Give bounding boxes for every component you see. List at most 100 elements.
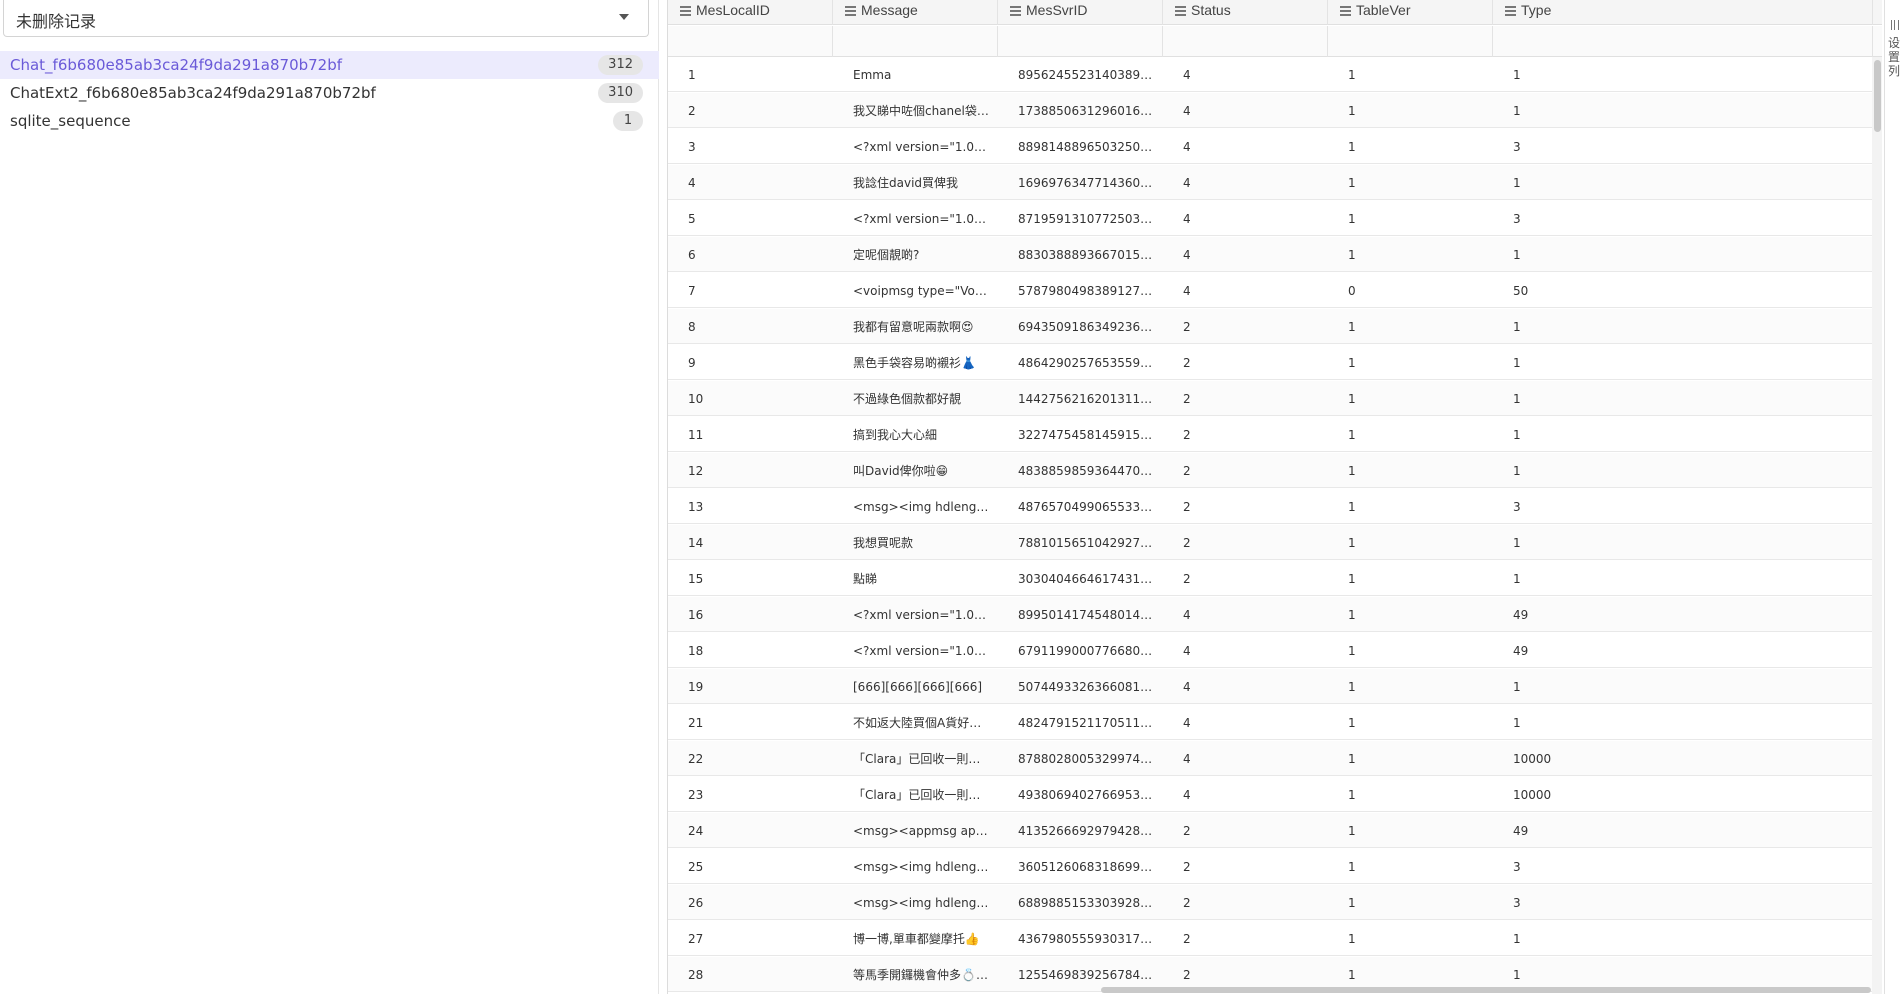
table-row[interactable]: 22 「Clara」已回收一則訊息 8788028005329974721 4 1 100… — [668, 741, 1873, 776]
vertical-scrollbar[interactable] — [1872, 57, 1882, 994]
cell-meslocalid: 3 — [688, 140, 696, 154]
cell-message: 我諗住david買俾我 — [853, 176, 959, 190]
vertical-scrollbar-thumb[interactable] — [1874, 60, 1881, 132]
cell-messvrid: 8788028005329974721 — [1018, 752, 1155, 766]
cell-meslocalid: 28 — [688, 968, 704, 982]
table-row[interactable]: 7 <voipmsg type="VoIPBubbleMsg">... 578798… — [668, 273, 1873, 308]
table-row[interactable]: 18 <?xml version="1.0"?> <msg> <app... 679… — [668, 633, 1873, 668]
cell-messvrid: 8995014174548014919 — [1018, 608, 1155, 622]
cell-message: <msg><img hdlength="0" length="... — [853, 500, 990, 514]
column-filter-cell[interactable] — [1163, 26, 1328, 57]
table-row[interactable]: 21 不如返大陸買個A貨好冇[機智] 4824791521170511024 4 1 1 — [668, 705, 1873, 740]
cell-messvrid: 5787980498389127669 — [1018, 284, 1155, 298]
table-row[interactable]: 23 「Clara」已回收一則訊息 4938069402766953633 4 1 100… — [668, 777, 1873, 812]
cell-tablever: 1 — [1348, 536, 1356, 550]
cell-tablever: 1 — [1348, 788, 1356, 802]
cell-meslocalid: 2 — [688, 104, 696, 118]
cell-messvrid: 8719591310772503649 — [1018, 212, 1155, 226]
table-row[interactable]: 6 定呢個靚啲? 8830388893667015673 4 1 1 — [668, 237, 1873, 272]
horizontal-scrollbar[interactable] — [1101, 987, 1871, 993]
cell-message: 「Clara」已回收一則訊息 — [853, 788, 990, 802]
column-header[interactable]: Message — [833, 0, 998, 25]
record-filter-select[interactable]: 未删除记录 — [3, 0, 649, 37]
cell-message: 等馬季開鑼機會仲多💍💴💴 — [853, 968, 990, 982]
cell-messvrid: 895624552314038914 — [1018, 68, 1155, 82]
column-header[interactable]: Type — [1493, 0, 1873, 25]
cell-messvrid: 1696976347714360249 — [1018, 176, 1155, 190]
table-row[interactable]: 8 我都有留意呢兩款啊😍 6943509186349236059 2 1 1 — [668, 309, 1873, 344]
cell-type: 1 — [1513, 536, 1521, 550]
cell-tablever: 1 — [1348, 896, 1356, 910]
table-row[interactable]: 15 點睇 303040466461743129 2 1 1 — [668, 561, 1873, 596]
cell-type: 1 — [1513, 392, 1521, 406]
table-row[interactable]: 19 [666][666][666][666] 507449332636608108… — [668, 669, 1873, 704]
column-filter-cell[interactable] — [833, 26, 998, 57]
cell-tablever: 1 — [1348, 464, 1356, 478]
cell-meslocalid: 27 — [688, 932, 704, 946]
table-list-item[interactable]: sqlite_sequence 1 — [0, 107, 659, 135]
cell-meslocalid: 6 — [688, 248, 696, 262]
table-row[interactable]: 4 我諗住david買俾我 1696976347714360249 4 1 1 — [668, 165, 1873, 200]
column-menu-icon[interactable] — [680, 6, 691, 16]
table-row[interactable]: 16 <?xml version="1.0"?> <msg> <app... 899… — [668, 597, 1873, 632]
column-menu-icon[interactable] — [1505, 6, 1516, 16]
cell-type: 1 — [1513, 320, 1521, 334]
table-list-item[interactable]: Chat_f6b680e85ab3ca24f9da291a870b72bf 312 — [0, 51, 659, 79]
table-row[interactable]: 9 黑色手袋容易啲襯衫👗 4864290257653559028 2 1 1 — [668, 345, 1873, 380]
column-header[interactable]: MesLocalID — [668, 0, 833, 25]
table-row[interactable]: 24 <msg><appmsg appid="" sdkver="... 41352… — [668, 813, 1873, 848]
table-row[interactable]: 12 叫David俾你啦😁 483885985936447086 2 1 1 — [668, 453, 1873, 488]
table-name: ChatExt2_f6b680e85ab3ca24f9da291a870b72b… — [10, 84, 376, 102]
cell-status: 2 — [1183, 500, 1191, 514]
cell-messvrid: 8830388893667015673 — [1018, 248, 1155, 262]
column-header[interactable]: Status — [1163, 0, 1328, 25]
column-filter-cell[interactable] — [668, 26, 833, 57]
table-row[interactable]: 14 我想買呢款 7881015651042927545 2 1 1 — [668, 525, 1873, 560]
cell-meslocalid: 12 — [688, 464, 704, 478]
cell-meslocalid: 15 — [688, 572, 704, 586]
column-menu-icon[interactable] — [1340, 6, 1351, 16]
table-row[interactable]: 26 <msg><img hdlength="0" length="... 6889… — [668, 885, 1873, 920]
cell-status: 2 — [1183, 320, 1191, 334]
cell-type: 1 — [1513, 428, 1521, 442]
table-list-item[interactable]: ChatExt2_f6b680e85ab3ca24f9da291a870b72b… — [0, 79, 659, 107]
column-filter-cell[interactable] — [1328, 26, 1493, 57]
column-menu-icon[interactable] — [1010, 6, 1021, 16]
table-row[interactable]: 27 博一博,單車都變摩托👍 4367980555930317397 2 1 1 — [668, 921, 1873, 956]
column-header[interactable]: MesSvrID — [998, 0, 1163, 25]
cell-tablever: 1 — [1348, 212, 1356, 226]
column-menu-icon[interactable] — [845, 6, 856, 16]
cell-messvrid: 8898148896503250034 — [1018, 140, 1155, 154]
table-row[interactable]: 10 不過綠色個款都好靚 1442756216201311442 2 1 1 — [668, 381, 1873, 416]
column-settings-tab[interactable]: 设置列 — [1885, 14, 1904, 84]
table-row[interactable]: 1 Emma 895624552314038914 4 1 1 — [668, 57, 1873, 92]
table-row[interactable]: 3 <?xml version="1.0"?> <msg> <img... 8898… — [668, 129, 1873, 164]
column-header[interactable]: TableVer — [1328, 0, 1493, 25]
cell-meslocalid: 19 — [688, 680, 704, 694]
cell-message: <msg><appmsg appid="" sdkver="... — [853, 824, 990, 838]
cell-meslocalid: 13 — [688, 500, 704, 514]
cell-meslocalid: 5 — [688, 212, 696, 226]
table-row[interactable]: 13<msg><img hdlength="0" length="...4876… — [668, 489, 1873, 524]
column-filter-cell[interactable] — [998, 26, 1163, 57]
cell-status: 4 — [1183, 788, 1191, 802]
chevron-down-icon[interactable] — [619, 14, 629, 20]
column-filter-cell[interactable] — [1493, 26, 1873, 57]
cell-type: 1 — [1513, 248, 1521, 262]
table-row[interactable]: 2 我又睇中咗個chanel袋,你幫下我... 173885063129601638… — [668, 93, 1873, 128]
cell-type: 1 — [1513, 680, 1521, 694]
table-row[interactable]: 11 搞到我心大心細 3227475458145915453 2 1 1 — [668, 417, 1873, 452]
columns-icon — [1891, 20, 1899, 30]
cell-status: 4 — [1183, 248, 1191, 262]
column-menu-icon[interactable] — [1175, 6, 1186, 16]
cell-messvrid: 7881015651042927545 — [1018, 536, 1155, 550]
cell-messvrid: 507449332636608108 — [1018, 680, 1155, 694]
cell-message: 搞到我心大心細 — [853, 428, 938, 442]
column-header-label: MesSvrID — [1026, 2, 1088, 18]
table-row[interactable]: 25 <msg><img hdlength="0" length="... 3605… — [668, 849, 1873, 884]
cell-type: 3 — [1513, 896, 1521, 910]
cell-messvrid: 4864290257653559028 — [1018, 356, 1155, 370]
data-grid: MesLocalID Message MesSvrID Status TableVer T… — [667, 0, 1882, 994]
table-row[interactable]: 5 <?xml version="1.0"?> <msg> <img... 8719… — [668, 201, 1873, 236]
cell-message: 我都有留意呢兩款啊😍 — [853, 320, 974, 334]
